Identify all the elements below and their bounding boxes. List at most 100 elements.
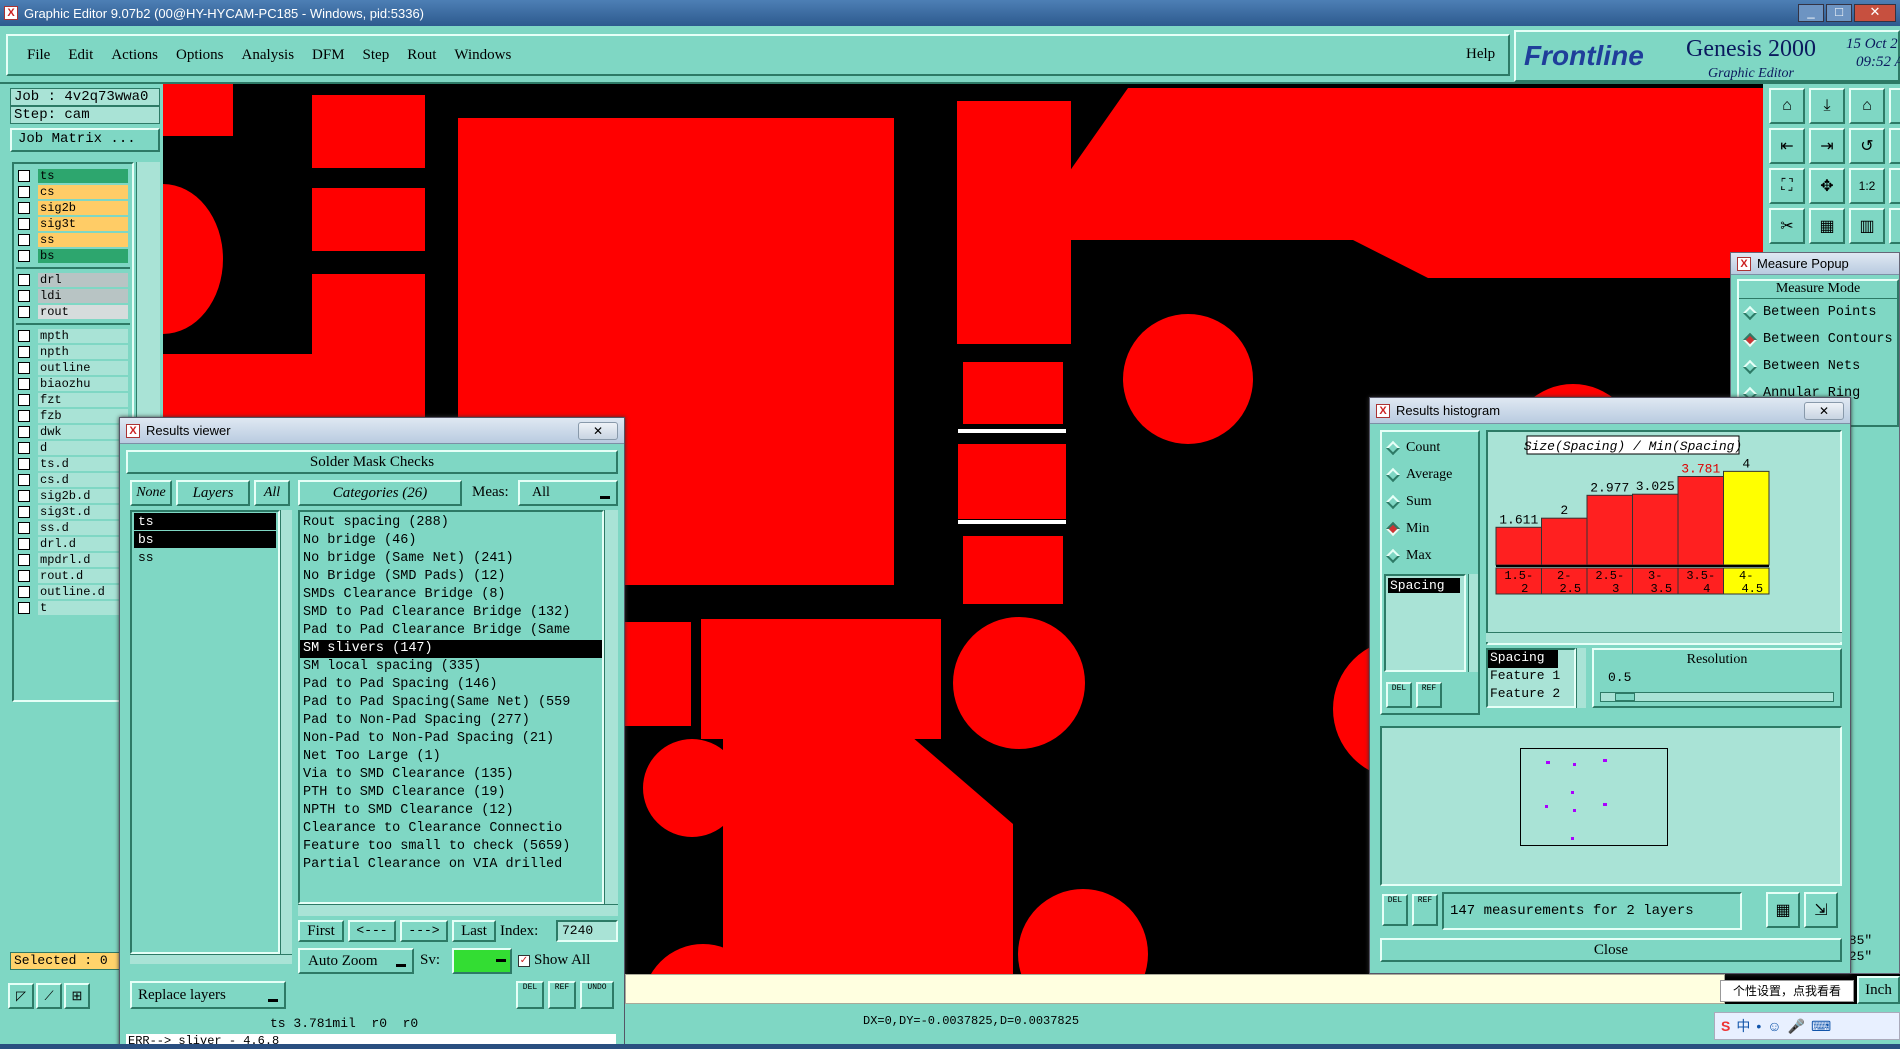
first-button[interactable]: First (298, 920, 344, 942)
layer-row[interactable]: fzb (14, 408, 132, 424)
category-item[interactable]: Pad to Pad Spacing(Same Net) (559 (300, 694, 602, 712)
show-all-checkbox[interactable]: ✓ Show All (518, 952, 590, 969)
layer-row[interactable]: ts (14, 168, 132, 184)
results-layer-item[interactable]: ss (134, 549, 276, 566)
layer-row[interactable]: ts.d (14, 456, 132, 472)
category-item[interactable]: SMD to Pad Clearance Bridge (132) (300, 604, 602, 622)
layer-row[interactable]: ss.d (14, 520, 132, 536)
spacing-list-item[interactable]: Spacing (1488, 650, 1558, 668)
layer-row[interactable]: cs (14, 184, 132, 200)
layers-none-button[interactable]: None (130, 480, 172, 506)
layer-row[interactable]: fzt (14, 392, 132, 408)
layer-row[interactable]: drl.d (14, 536, 132, 552)
histogram-bar[interactable] (1677, 475, 1724, 566)
layer-checkbox[interactable] (18, 306, 30, 318)
layer-checkbox[interactable] (18, 474, 30, 486)
rv-ref-button[interactable]: REF (548, 981, 576, 1009)
mode-min[interactable]: Min (1382, 515, 1478, 542)
layer-checkbox[interactable] (18, 170, 30, 182)
measure-tool-icon[interactable]: ⟋ (36, 983, 62, 1009)
menu-step[interactable]: Step (354, 47, 399, 64)
ref-button[interactable]: REF (1416, 682, 1442, 708)
last-button[interactable]: Last (452, 920, 496, 942)
mode-sum[interactable]: Sum (1382, 488, 1478, 515)
layers-tab[interactable]: Layers (176, 480, 250, 506)
layers-all-button[interactable]: All (254, 480, 290, 506)
layer-row[interactable]: sig2b.d (14, 488, 132, 504)
histogram-close-button[interactable]: Close (1380, 938, 1842, 962)
histogram-bar[interactable] (1723, 470, 1770, 566)
right-icon[interactable]: ⇥ (1809, 128, 1845, 164)
layer-checkbox[interactable] (18, 586, 30, 598)
results-layer-item[interactable]: ts (134, 513, 276, 530)
layer-checkbox[interactable] (18, 202, 30, 214)
spacing-list-item[interactable]: Feature 2 (1488, 686, 1574, 704)
layer-checkbox[interactable] (18, 538, 30, 550)
save-view-icon[interactable]: ⤓ (1809, 88, 1845, 124)
layer-row[interactable]: cs.d (14, 472, 132, 488)
layer-checkbox[interactable] (18, 410, 30, 422)
layer-row[interactable]: mpdrl.d (14, 552, 132, 568)
export-icon[interactable]: ⇲ (1804, 892, 1838, 928)
menu-dfm[interactable]: DFM (303, 47, 354, 64)
layer-row[interactable]: bs (14, 248, 132, 264)
layer-checkbox[interactable] (18, 218, 30, 230)
layer-checkbox[interactable] (18, 426, 30, 438)
resolution-slider[interactable] (1600, 692, 1834, 702)
replace-layers-dropdown[interactable]: Replace layers ▬ (130, 981, 286, 1009)
unit-button[interactable]: Inch (1857, 976, 1900, 1004)
mode-average[interactable]: Average (1382, 461, 1478, 488)
scissors-icon[interactable]: ✂ (1769, 208, 1805, 244)
maximize-button[interactable]: □ (1826, 4, 1852, 22)
spacing-list-item[interactable]: Feature 1 (1488, 668, 1574, 686)
layer-checkbox[interactable] (18, 378, 30, 390)
prev-button[interactable]: <--- (348, 920, 396, 942)
layer-row[interactable]: biaozhu (14, 376, 132, 392)
left-icon[interactable]: ⇤ (1769, 128, 1805, 164)
split-icon[interactable]: ⊟ (1889, 128, 1900, 164)
resolution-slider-thumb[interactable] (1615, 693, 1635, 701)
minimize-button[interactable]: _ (1798, 4, 1824, 22)
sv-color-dropdown[interactable]: ▬ (452, 948, 512, 974)
layer-row[interactable]: outline.d (14, 584, 132, 600)
meas-dropdown[interactable]: All ▬ (518, 480, 618, 506)
layer-row[interactable]: drl (14, 272, 132, 288)
results-layer-hscroll[interactable] (130, 954, 292, 964)
preview-del-button[interactable]: DEL (1382, 894, 1408, 926)
results-viewer-close-icon[interactable]: ✕ (578, 421, 618, 440)
results-layer-scrollbar[interactable] (280, 510, 292, 954)
category-item[interactable]: SMDs Clearance Bridge (8) (300, 586, 602, 604)
category-item[interactable]: Feature too small to check (5659) (300, 838, 602, 856)
next-button[interactable]: ---> (400, 920, 448, 942)
ratio-icon[interactable]: 1:2 (1849, 168, 1885, 204)
menu-rout[interactable]: Rout (398, 47, 445, 64)
category-item[interactable]: PTH to SMD Clearance (19) (300, 784, 602, 802)
measure-option[interactable]: Between Contours (1739, 326, 1897, 353)
category-item[interactable]: Partial Clearance on VIA drilled (300, 856, 602, 874)
mode-count[interactable]: Count (1382, 434, 1478, 461)
layer-checkbox[interactable] (18, 362, 30, 374)
job-matrix-button[interactable]: Job Matrix ... (10, 128, 160, 152)
histogram-bar[interactable] (1541, 517, 1588, 566)
layer-checkbox[interactable] (18, 186, 30, 198)
category-scrollbar[interactable] (604, 510, 618, 904)
layer-row[interactable]: dwk (14, 424, 132, 440)
menu-actions[interactable]: Actions (102, 47, 167, 64)
layer-checkbox[interactable] (18, 490, 30, 502)
layer-checkbox[interactable] (18, 250, 30, 262)
menu-options[interactable]: Options (167, 47, 233, 64)
menu-windows[interactable]: Windows (445, 47, 520, 64)
layer-row[interactable]: ss (14, 232, 132, 248)
preview-ref-button[interactable]: REF (1412, 894, 1438, 926)
layer-checkbox[interactable] (18, 458, 30, 470)
layer-row[interactable]: sig3t (14, 216, 132, 232)
layer-checkbox[interactable] (18, 602, 30, 614)
layer-checkbox[interactable] (18, 234, 30, 246)
layer-checkbox[interactable] (18, 570, 30, 582)
menu-edit[interactable]: Edit (59, 47, 102, 64)
center-icon[interactable]: ✥ (1809, 168, 1845, 204)
category-item[interactable]: No Bridge (SMD Pads) (12) (300, 568, 602, 586)
histogram-bar[interactable] (1632, 493, 1679, 566)
field-list-scrollbar[interactable] (1468, 574, 1478, 672)
spacing-list-scrollbar[interactable] (1576, 648, 1586, 708)
